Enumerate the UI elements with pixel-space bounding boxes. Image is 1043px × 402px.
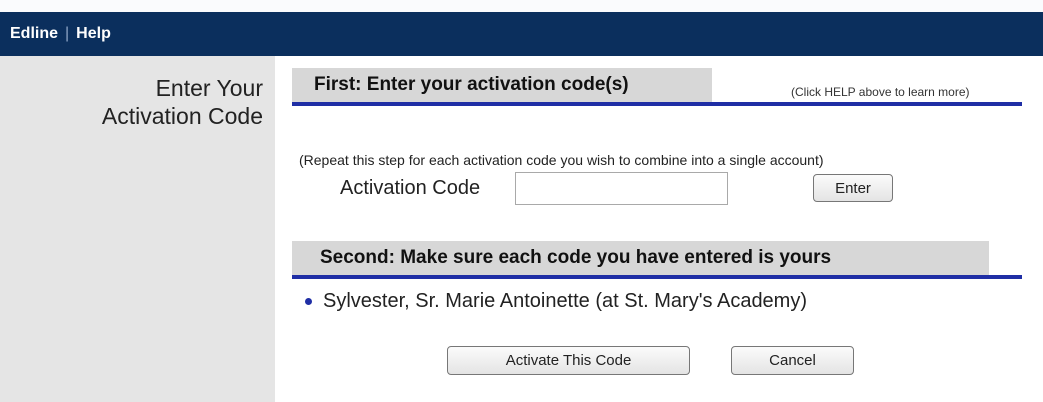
sidebar: Enter Your Activation Code — [0, 56, 275, 402]
top-navbar: Edline | Help — [0, 12, 1043, 56]
activate-code-button[interactable]: Activate This Code — [447, 346, 690, 375]
page-title-line2: Activation Code — [101, 103, 263, 129]
activation-code-input[interactable] — [515, 172, 728, 205]
nav-separator: | — [65, 25, 70, 42]
step1-heading: First: Enter your activation code(s) — [292, 68, 712, 102]
activation-code-label: Activation Code — [340, 177, 481, 199]
step1-rule — [292, 102, 1022, 106]
page-title: Enter Your Activation Code — [102, 74, 263, 130]
cancel-button[interactable]: Cancel — [731, 346, 854, 375]
step2-heading: Second: Make sure each code you have ent… — [292, 241, 989, 275]
page-title-line1: Enter Your — [155, 75, 263, 101]
help-hint: (Click HELP above to learn more) — [791, 85, 970, 99]
step2-rule — [292, 275, 1022, 279]
code-owner-text: Sylvester, Sr. Marie Antoinette (at St. … — [323, 290, 808, 312]
bullet-icon — [305, 298, 312, 305]
nav-help-link[interactable]: Help — [76, 25, 111, 43]
main-content: First: Enter your activation code(s) (Cl… — [275, 56, 1043, 402]
top-strip — [0, 0, 1043, 12]
code-list-item: Sylvester, Sr. Marie Antoinette (at St. … — [305, 290, 807, 313]
repeat-note: (Repeat this step for each activation co… — [299, 152, 824, 168]
nav-edline-link[interactable]: Edline — [10, 25, 58, 43]
enter-button[interactable]: Enter — [813, 174, 893, 202]
